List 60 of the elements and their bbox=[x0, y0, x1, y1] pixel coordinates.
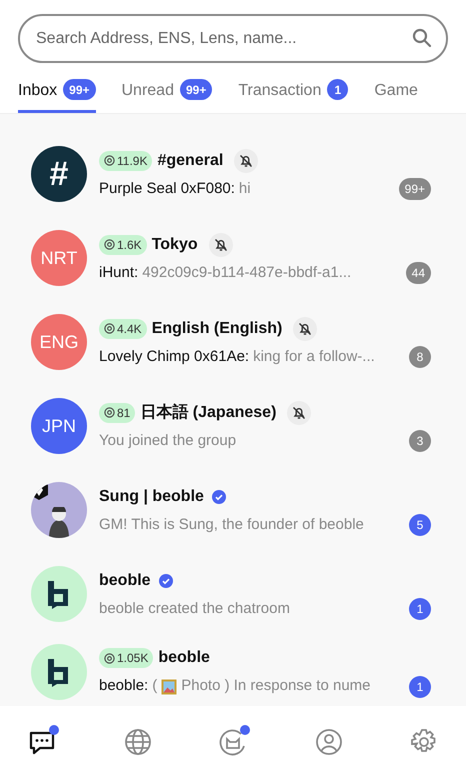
chat-row[interactable]: JPN 81 日本語 (Japanese) You joined the group 3 bbox=[0, 384, 466, 468]
chat-name: Tokyo bbox=[152, 234, 198, 255]
search-field[interactable]: Search Address, ENS, Lens, name... bbox=[18, 14, 448, 63]
chat-name: 日本語 (Japanese) bbox=[140, 402, 276, 423]
avatar: NRT bbox=[31, 230, 87, 286]
chat-name: #general bbox=[157, 150, 224, 171]
unread-badge: 99+ bbox=[398, 178, 431, 200]
message-text: beoble created the chatroom bbox=[99, 598, 290, 619]
unread-badge: 44 bbox=[406, 262, 431, 284]
member-count-pill: 4.4K bbox=[99, 318, 147, 339]
message-text: You joined the group bbox=[99, 430, 236, 451]
unread-badge: 8 bbox=[409, 346, 431, 368]
message-text: king for a follow-... bbox=[253, 346, 375, 367]
member-count-pill: 81 bbox=[99, 402, 136, 423]
avatar: # bbox=[31, 146, 87, 202]
chat-name: beoble bbox=[99, 570, 151, 591]
muted-bell-icon bbox=[208, 232, 233, 257]
message-text: ( bbox=[152, 676, 158, 696]
member-count-pill: 1.05K bbox=[99, 648, 154, 668]
avatar: JPN bbox=[31, 398, 87, 454]
sender-name: Purple Seal 0xF080: bbox=[99, 178, 235, 199]
member-count-pill: 11.9K bbox=[99, 150, 152, 171]
photo-icon bbox=[161, 678, 178, 694]
unread-badge: 3 bbox=[409, 430, 431, 452]
chat-name: English (English) bbox=[152, 318, 282, 339]
message-text: 492c09c9-b114-487e-bbdf-a1... bbox=[142, 262, 352, 283]
figure-icon bbox=[49, 507, 69, 538]
count-badge: 99+ bbox=[180, 79, 212, 100]
chat-row[interactable]: beoble beoble created the chatroom 1 bbox=[0, 552, 466, 636]
muted-bell-icon bbox=[287, 400, 312, 425]
search-icon[interactable] bbox=[412, 28, 432, 48]
nav-chat-tab[interactable] bbox=[28, 728, 56, 756]
muted-bell-icon bbox=[293, 316, 318, 341]
tab[interactable]: Transaction 1 bbox=[238, 79, 348, 113]
unread-badge: 5 bbox=[409, 514, 431, 536]
unread-badge: 1 bbox=[409, 598, 431, 620]
count-badge: 1 bbox=[327, 79, 348, 100]
message-text: hi bbox=[238, 178, 251, 199]
chat-row[interactable]: ENG 4.4K English (English) Lovely Chimp 0x61Ae: king for a follow-... 8 bbox=[0, 300, 466, 384]
count-badge: 99+ bbox=[63, 79, 96, 100]
nav-globe-tab[interactable] bbox=[124, 728, 152, 756]
sender-name: Lovely Chimp 0x61Ae: bbox=[99, 346, 250, 367]
chat-row[interactable]: NRT 1.6K Tokyo iHunt: 492c09c9-b114-487e-bbdf-a1... 44 bbox=[0, 216, 466, 300]
message-text: GM! This is Sung, the founder of beoble bbox=[99, 514, 364, 535]
chat-row[interactable]: # 11.9K #general Purple Seal 0xF080: hi 99+ bbox=[0, 132, 466, 216]
avatar: ENG bbox=[31, 314, 87, 370]
nav-profile-tab[interactable] bbox=[314, 728, 342, 756]
sender-name: iHunt: bbox=[99, 262, 138, 283]
chat-row[interactable]: Sung | beoble GM! This is Sung, the founder of beoble 5 bbox=[0, 468, 466, 552]
tab[interactable]: Game bbox=[374, 79, 418, 113]
message-text: Photo ) In response to nume bbox=[181, 676, 370, 696]
nav-cat-tab[interactable] bbox=[219, 728, 247, 756]
sender-name: beoble: bbox=[99, 676, 148, 696]
member-count-pill: 1.6K bbox=[99, 234, 147, 255]
chat-name: Sung | beoble bbox=[99, 486, 204, 507]
tab[interactable]: Unread 99+ bbox=[122, 79, 212, 113]
chat-row[interactable]: 1.05K beoble beoble: ( Photo ) In response to nume 1 bbox=[0, 636, 466, 707]
unread-badge: 1 bbox=[409, 676, 431, 698]
muted-bell-icon bbox=[234, 148, 258, 173]
chat-name: beoble bbox=[158, 648, 210, 668]
